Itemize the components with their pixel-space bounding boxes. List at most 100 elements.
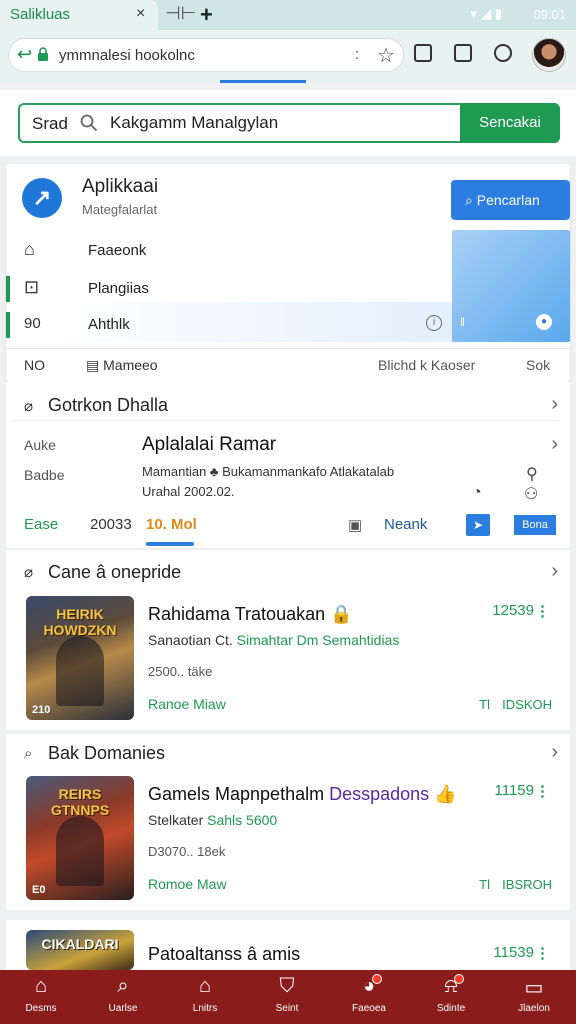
app-search-label: Pencarlan: [476, 192, 540, 208]
nav-item-home[interactable]: ⌂ Faaeonk: [6, 236, 446, 266]
section-heading: Bak Domanies: [48, 743, 166, 763]
game-sub-prefix: Stelkater: [148, 812, 204, 828]
game-store[interactable]: Ranoe Miaw: [148, 696, 226, 712]
cover-logo: REIRS GTNNPS: [50, 786, 110, 818]
bottom-nav-store[interactable]: ⌂ Lnitrs: [164, 970, 246, 1024]
share-icon[interactable]: ⚲: [526, 464, 538, 484]
bottom-nav-chat[interactable]: ◕ Faeoea: [328, 970, 410, 1024]
more-options-icon[interactable]: ⋮: [535, 944, 550, 962]
link-icon: ⌀: [24, 564, 34, 581]
tag-button[interactable]: Bona: [514, 515, 556, 535]
tab-switch-icon[interactable]: ⊣⊢: [165, 3, 196, 24]
more-options-icon[interactable]: ⋮: [535, 782, 550, 800]
game-size: IBSROH: [502, 877, 552, 892]
menu-icon: ▭: [524, 977, 544, 999]
chevron-right-icon[interactable]: ›: [551, 741, 558, 764]
chevron-right-icon[interactable]: ›: [551, 393, 558, 416]
send-icon[interactable]: ➤: [466, 514, 490, 536]
avatar[interactable]: [532, 38, 566, 72]
nav-item-plans[interactable]: ⊡ Plangiias: [6, 274, 446, 304]
game-title[interactable]: Patoaltanss â amis: [148, 944, 300, 965]
game-date: 2500.. täke: [148, 664, 213, 679]
tab-close-icon[interactable]: ×: [136, 5, 145, 23]
bottom-nav-bell[interactable]: ⍾ Sdinte: [410, 970, 492, 1024]
tab-neank[interactable]: Neank: [384, 516, 427, 533]
bottom-nav-menu[interactable]: ▭ Jlaelon: [492, 970, 576, 1024]
footer-menu-label: Mameeo: [103, 357, 158, 373]
search-prefix: Srad: [32, 114, 68, 133]
nav-label: Ahthlk: [88, 316, 130, 333]
search-button[interactable]: Sencakai: [460, 103, 560, 143]
app-subtitle: Mategfalarlat: [82, 202, 158, 217]
game-ii: Tl: [479, 697, 490, 712]
hero-mark: ǁ: [460, 315, 465, 329]
bottom-navigation: ⌂ Desms ⌕ Uarlse ⌂ Lnitrs ⛉ Seint ◕ Faeo…: [0, 970, 576, 1024]
browser-tab[interactable]: Salikluas ×: [0, 0, 158, 30]
footer-menu[interactable]: ▤ Mameeo: [86, 357, 158, 374]
cover-figure: [56, 816, 104, 886]
game-card[interactable]: CIKALDARI Patoaltanss â amis 11539 ⋮: [6, 920, 570, 970]
chevron-right-icon[interactable]: ›: [551, 560, 558, 583]
detail-date: Urahal 2002.02.: [142, 484, 235, 499]
search-input[interactable]: [110, 113, 450, 133]
info-icon[interactable]: i: [426, 315, 442, 331]
url-menu-icon[interactable]: :: [355, 46, 359, 63]
bottom-nav-shield[interactable]: ⛉ Seint: [246, 970, 328, 1024]
address-field[interactable]: ↩ ymmnalesi hookolnc : ☆: [8, 38, 404, 72]
link-icon: ⌀: [24, 398, 34, 415]
bell-icon: ⍾: [444, 975, 458, 997]
game-title[interactable]: Rahidama Tratouakan 🔒: [148, 604, 353, 625]
hero-indicator-icon[interactable]: ●: [536, 314, 552, 330]
status-icons: ▾◢▮: [470, 6, 506, 21]
game-cover-image[interactable]: REIRS GTNNPS E0: [26, 776, 134, 900]
bottom-nav-label: Desms: [25, 1003, 57, 1014]
game-cover-image[interactable]: CIKALDARI: [26, 930, 134, 970]
game-sub-accent: Sahls 5600: [207, 812, 278, 828]
tab-ease[interactable]: Ease: [24, 516, 58, 533]
bookmark-icon: ⌕: [24, 745, 33, 762]
bottom-nav-label: Seint: [275, 1003, 299, 1014]
bottom-nav-label: Lnitrs: [192, 1003, 218, 1014]
more-options-icon[interactable]: ⋮: [535, 602, 550, 620]
game-subtitle: Stelkater Sahls 5600: [148, 812, 277, 828]
reader-icon[interactable]: [414, 44, 432, 62]
game-size: IDSKOH: [502, 697, 552, 712]
bookmark-star-icon[interactable]: ☆: [377, 43, 395, 68]
notification-badge: [454, 974, 464, 984]
game-card[interactable]: REIRS GTNNPS E0 Gamels Mapnpethalm Dessp…: [6, 770, 570, 910]
user-icon[interactable]: ⚇: [524, 484, 538, 504]
game-sub-prefix: Sanaotian Ct.: [148, 632, 233, 648]
timer-icon[interactable]: ◔: [472, 484, 482, 502]
calendar-icon[interactable]: ▣: [348, 516, 362, 534]
shield-icon: ⛉: [279, 975, 295, 997]
footer-sok[interactable]: Sok: [526, 357, 550, 373]
game-store[interactable]: Romoe Maw: [148, 876, 227, 892]
game-title[interactable]: Gamels Mapnpethalm Desspadons 👍: [148, 784, 457, 805]
tab-year[interactable]: 20033: [90, 516, 132, 533]
hero-banner[interactable]: [452, 230, 570, 342]
back-icon[interactable]: ↩: [17, 44, 32, 65]
new-tab-button[interactable]: +: [200, 2, 213, 28]
game-card[interactable]: HEIRIK HOWDZKN 210 Rahidama Tratouakan 🔒…: [6, 590, 570, 730]
bottom-nav-home[interactable]: ⌂ Desms: [0, 970, 82, 1024]
game-cover-image[interactable]: HEIRIK HOWDZKN 210: [26, 596, 134, 720]
detail-title[interactable]: Aplalalai Ramar: [142, 434, 276, 456]
nav-prefix: 90: [24, 315, 41, 332]
app-search-button[interactable]: ⌕ Pencarlan: [451, 180, 570, 220]
chevron-right-icon[interactable]: ›: [551, 433, 558, 456]
nav-item-activity[interactable]: 90 Ahthlk: [6, 310, 446, 340]
tabs-icon[interactable]: [454, 44, 472, 62]
game-score: 12539: [492, 602, 534, 619]
tab-active[interactable]: 10. Mol: [146, 516, 197, 533]
play-icon[interactable]: [494, 44, 512, 62]
search-card: Srad Sencakai: [0, 90, 576, 156]
panel-footer: NO ▤ Mameeo Blichd k Kaoser Sok: [6, 348, 570, 382]
detail-label-auke: Auke: [24, 437, 56, 453]
bottom-nav-search[interactable]: ⌕ Uarlse: [82, 970, 164, 1024]
cover-logo: HEIRIK HOWDZKN: [43, 606, 117, 638]
arrow-box-icon: ⊡: [24, 277, 40, 297]
browser-tab-bar: Salikluas × ⊣⊢ + ▾◢▮ 09:01: [0, 0, 576, 30]
app-logo-icon: ↗: [22, 178, 62, 218]
footer-kaoser[interactable]: Blichd k Kaoser: [378, 357, 475, 373]
home-icon: ⌂: [34, 975, 48, 997]
